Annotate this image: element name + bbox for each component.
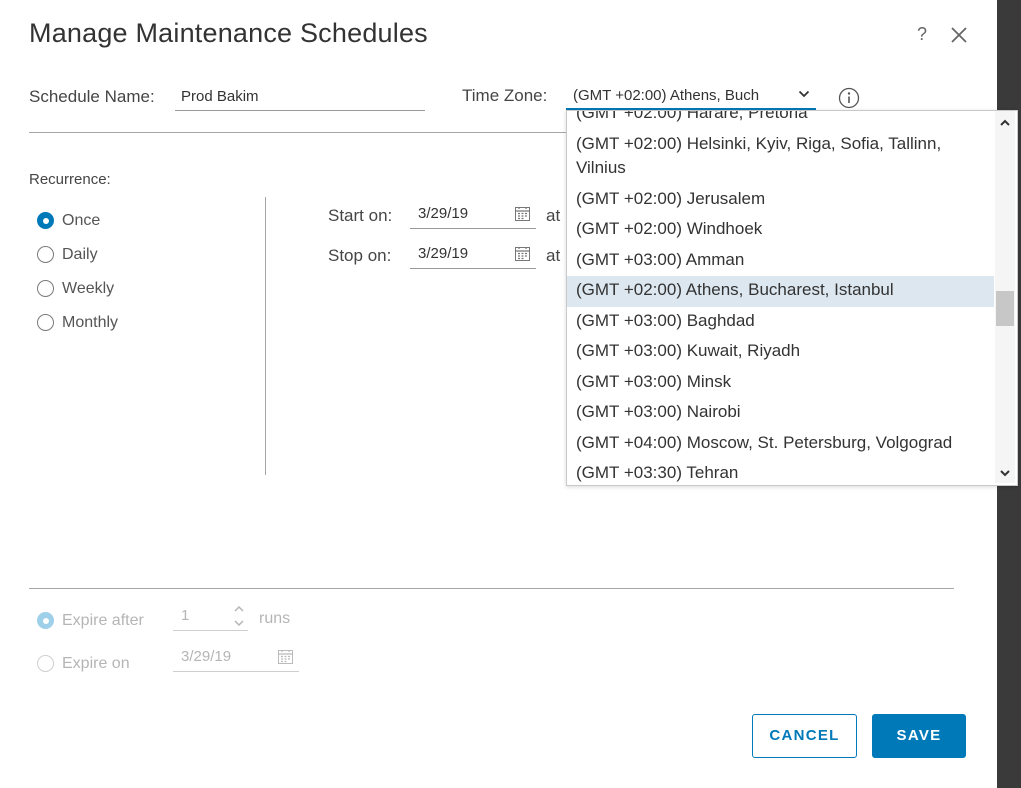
- chevron-down-icon: [798, 90, 810, 98]
- start-date-value: 3/29/19: [418, 205, 469, 222]
- expire-on-radio[interactable]: [37, 655, 54, 672]
- expire-divider: [29, 588, 954, 589]
- schedule-name-label: Schedule Name:: [29, 87, 155, 106]
- runs-label: runs: [259, 610, 291, 627]
- start-at-label: at: [546, 206, 561, 225]
- header-divider: [29, 132, 569, 133]
- info-icon[interactable]: [838, 87, 860, 109]
- stepper-arrows-icon[interactable]: [233, 603, 245, 629]
- expire-date-value: 3/29/19: [181, 648, 232, 665]
- time-zone-option[interactable]: (GMT +02:00) Harare, Pretoria: [567, 111, 994, 130]
- expire-on-label: Expire on: [62, 655, 130, 672]
- dialog-title: Manage Maintenance Schedules: [29, 18, 428, 48]
- calendar-icon[interactable]: [277, 648, 294, 665]
- time-zone-select[interactable]: (GMT +02:00) Athens, Buch: [566, 84, 816, 110]
- recurrence-monthly-label[interactable]: Monthly: [62, 314, 118, 332]
- save-button[interactable]: SAVE: [872, 714, 966, 758]
- time-zone-option[interactable]: (GMT +03:00) Amman: [567, 246, 994, 277]
- stop-on-label: Stop on:: [328, 246, 392, 265]
- time-zone-option[interactable]: (GMT +03:00) Kuwait, Riyadh: [567, 337, 994, 368]
- time-zone-option[interactable]: (GMT +02:00) Helsinki, Kyiv, Riga, Sofia…: [567, 130, 994, 185]
- time-zone-option[interactable]: (GMT +03:00) Minsk: [567, 368, 994, 399]
- recurrence-divider: [265, 197, 266, 475]
- start-date-input[interactable]: 3/29/19: [410, 202, 536, 229]
- recurrence-daily-radio[interactable]: [37, 246, 54, 263]
- cancel-button[interactable]: CANCEL: [752, 714, 857, 758]
- schedule-name-input[interactable]: [175, 84, 425, 111]
- expire-date-input[interactable]: 3/29/19: [173, 645, 299, 672]
- scroll-down-icon[interactable]: [998, 466, 1012, 480]
- time-zone-option-selected[interactable]: (GMT +02:00) Athens, Bucharest, Istanbul: [567, 276, 994, 307]
- time-zone-options: (GMT +02:00) Harare, Pretoria (GMT +02:0…: [567, 111, 994, 485]
- stop-date-input[interactable]: 3/29/19: [410, 242, 536, 269]
- calendar-icon[interactable]: [514, 205, 531, 222]
- time-zone-option[interactable]: (GMT +03:00) Baghdad: [567, 307, 994, 338]
- recurrence-once-label[interactable]: Once: [62, 212, 100, 230]
- expire-after-radio[interactable]: [37, 612, 54, 629]
- help-icon[interactable]: ?: [917, 24, 927, 45]
- scroll-up-icon[interactable]: [998, 116, 1012, 130]
- recurrence-label: Recurrence:: [29, 171, 111, 188]
- close-icon[interactable]: [948, 24, 970, 46]
- expire-runs-stepper[interactable]: 1: [173, 603, 248, 631]
- recurrence-weekly-radio[interactable]: [37, 280, 54, 297]
- time-zone-option[interactable]: (GMT +03:30) Tehran: [567, 459, 994, 485]
- time-zone-value: (GMT +02:00) Athens, Buch: [573, 87, 760, 104]
- recurrence-weekly-label[interactable]: Weekly: [62, 280, 114, 298]
- time-zone-option[interactable]: (GMT +03:00) Nairobi: [567, 398, 994, 429]
- dropdown-scrollbar[interactable]: [995, 111, 1015, 483]
- time-zone-label: Time Zone:: [462, 86, 548, 105]
- recurrence-monthly-radio[interactable]: [37, 314, 54, 331]
- recurrence-daily-label[interactable]: Daily: [62, 246, 98, 264]
- expire-after-label: Expire after: [62, 612, 144, 629]
- calendar-icon[interactable]: [514, 245, 531, 262]
- scrollbar-thumb[interactable]: [996, 291, 1014, 326]
- stop-at-label: at: [546, 246, 561, 265]
- expire-runs-value: 1: [181, 607, 190, 624]
- time-zone-option[interactable]: (GMT +04:00) Moscow, St. Petersburg, Vol…: [567, 429, 994, 460]
- stop-date-value: 3/29/19: [418, 245, 469, 262]
- time-zone-dropdown[interactable]: (GMT +02:00) Harare, Pretoria (GMT +02:0…: [566, 110, 1018, 486]
- time-zone-option[interactable]: (GMT +02:00) Windhoek: [567, 215, 994, 246]
- start-on-label: Start on:: [328, 206, 393, 225]
- recurrence-once-radio[interactable]: [37, 212, 54, 229]
- time-zone-option[interactable]: (GMT +02:00) Jerusalem: [567, 185, 994, 216]
